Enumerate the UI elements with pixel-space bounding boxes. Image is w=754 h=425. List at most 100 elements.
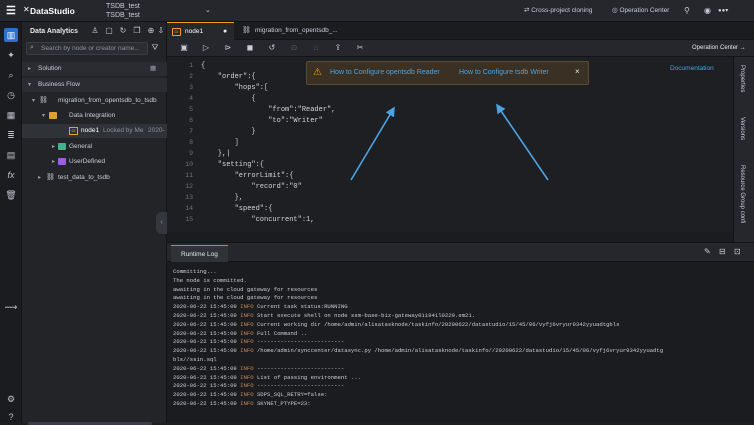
log-timestamp: 2020-06-22 15:45:09 bbox=[173, 329, 237, 337]
chevron-down-icon[interactable]: ⌄ bbox=[205, 6, 211, 14]
operation-center-icon: ◎ bbox=[612, 7, 618, 14]
log-message: Current task status:RUNNING bbox=[256, 303, 348, 311]
tsdb-writer-help-link[interactable]: How to Configure tsdb Writer bbox=[459, 69, 549, 76]
help-icon[interactable]: ? bbox=[4, 410, 18, 424]
business-flow-icon: ⛓ bbox=[39, 97, 48, 104]
tree-item-test-data[interactable]: ▸ ⛓ test_data_to_tsdb bbox=[22, 171, 167, 185]
data-analytics-panel: Data Analytics ♙ ▢ ↻ ❐ ⊕ ⇩ ⌕ ⛛ ▸ Solutio… bbox=[22, 22, 167, 425]
log-message: -------------------------- bbox=[256, 382, 345, 390]
minimize-icon[interactable]: ⊟ bbox=[719, 247, 726, 256]
tree-icon[interactable]: ⚲ bbox=[684, 6, 690, 16]
wifi-icon[interactable]: ◉ bbox=[704, 6, 711, 16]
log-level: INFO bbox=[240, 347, 254, 355]
log-line: 2020-06-22 15:45:09 INFO SKYNET_PTYPE=23… bbox=[173, 400, 311, 409]
flow-icon[interactable]: ⟿ bbox=[4, 300, 18, 314]
new-file-icon[interactable]: ▢ bbox=[104, 26, 114, 36]
data-studio-icon[interactable]: ▥ bbox=[4, 28, 18, 42]
log-message: List of passing environment ... bbox=[256, 373, 361, 381]
cross-project-cloning-link[interactable]: ⇄ Cross-project cloning bbox=[524, 6, 592, 16]
operation-center-link[interactable]: ◎ Operation Center bbox=[612, 6, 669, 16]
editor-log-divider[interactable] bbox=[167, 232, 733, 242]
user-filter-icon[interactable]: ♙ bbox=[90, 26, 100, 36]
filter-icon[interactable]: ⛛ bbox=[150, 43, 160, 53]
log-level: INFO bbox=[240, 400, 254, 407]
function-icon[interactable]: fx bbox=[4, 168, 18, 182]
unsaved-dot-icon[interactable]: ● bbox=[223, 23, 227, 41]
log-line: 2020-06-22 15:45:09 INFO Current task st… bbox=[173, 303, 348, 312]
run-with-params-icon[interactable]: ⊳ bbox=[223, 43, 233, 53]
log-level: INFO bbox=[240, 364, 254, 372]
tab-runtime-log[interactable]: Runtime Log bbox=[171, 245, 228, 262]
close-icon[interactable]: × bbox=[575, 67, 580, 76]
download-icon[interactable]: ⇩ bbox=[156, 26, 166, 36]
tree-item-general[interactable]: ▸ General bbox=[22, 140, 167, 154]
opentsdb-reader-help-link[interactable]: How to Configure opentsdb Reader bbox=[330, 69, 440, 76]
log-message: The node is committed. bbox=[173, 276, 247, 284]
log-line: awaiting in the cloud gateway for resour… bbox=[173, 294, 317, 303]
commit-icon[interactable]: ⇪ bbox=[333, 43, 343, 53]
chevron-down-icon: ▾ bbox=[42, 113, 46, 119]
settings-icon[interactable]: ⚙ bbox=[4, 392, 18, 406]
import-icon[interactable]: ⊕ bbox=[146, 26, 156, 36]
workspace-selector[interactable]: TSDB_test TSDB_test bbox=[106, 2, 140, 20]
calendar-icon[interactable]: ▦ bbox=[4, 108, 18, 122]
tab-versions[interactable]: Versions bbox=[739, 117, 745, 140]
tab-properties[interactable]: Properties bbox=[739, 65, 745, 92]
copy-icon[interactable]: ❐ bbox=[132, 26, 142, 36]
grid-icon[interactable]: ▦ bbox=[150, 62, 156, 76]
reload-icon[interactable]: ↺ bbox=[267, 43, 277, 53]
workspace-display-name: TSDB_test bbox=[106, 12, 140, 19]
code-line: } bbox=[201, 128, 256, 136]
log-message: -------------------------- bbox=[256, 338, 345, 346]
user-avatar[interactable]: ●●▾ bbox=[718, 6, 728, 16]
business-flow-section[interactable]: ▾ Business Flow bbox=[22, 78, 167, 92]
log-level: INFO bbox=[240, 303, 254, 311]
lock-icon[interactable]: ⌂ bbox=[311, 43, 321, 53]
log-line: 2020-06-22 15:45:09 INFO ---------------… bbox=[173, 382, 344, 391]
log-timestamp: 2020-06-22 15:45:09 bbox=[173, 338, 237, 346]
search-icon: ⌕ bbox=[30, 44, 34, 51]
search-input[interactable] bbox=[41, 43, 145, 54]
di-node-icon: DI bbox=[172, 28, 181, 36]
runtime-log-output[interactable]: Committing... The node is committed. await… bbox=[167, 262, 754, 423]
warning-icon: ⚠ bbox=[313, 67, 322, 78]
clock-icon[interactable]: ◷ bbox=[4, 88, 18, 102]
collapse-panel-handle[interactable]: ‹ bbox=[156, 212, 167, 234]
trash-icon[interactable]: 🗑︎ bbox=[4, 188, 18, 202]
solution-label: Solution bbox=[38, 65, 62, 72]
tree-item-migration[interactable]: ▾ ⛓ migration_from_opentsdb_to_tsdb bbox=[22, 94, 167, 108]
log-line: 2020-06-22 15:45:09 INFO Current working… bbox=[173, 321, 619, 330]
tree-item-label: General bbox=[69, 143, 93, 150]
save-icon[interactable]: ▣ bbox=[179, 43, 189, 53]
pin-icon[interactable]: ✎ bbox=[704, 247, 711, 256]
tab-migration[interactable]: ⛓ migration_from_opentsdb_... bbox=[237, 22, 357, 40]
tab-resource-group[interactable]: Resource Group confi bbox=[739, 165, 745, 223]
chevron-down-icon: ▾ bbox=[28, 82, 32, 88]
format-icon[interactable]: ⊙ bbox=[289, 43, 299, 53]
table-icon[interactable]: ▤ bbox=[4, 148, 18, 162]
maximize-icon[interactable]: ⊡ bbox=[734, 247, 741, 256]
refresh-icon[interactable]: ↻ bbox=[118, 26, 128, 36]
log-timestamp: 2020-06-22 15:45:09 bbox=[173, 347, 237, 355]
log-message: Current working dir /home/admin/alisatas… bbox=[256, 320, 620, 328]
code-line: "order":{ bbox=[201, 73, 256, 81]
operation-center-button[interactable]: Operation Center → bbox=[692, 45, 746, 51]
tools-icon[interactable]: ✂ bbox=[355, 43, 365, 53]
search-icon[interactable]: ⌕ bbox=[4, 68, 18, 82]
documentation-link[interactable]: Documentation bbox=[670, 65, 714, 72]
tree-item-data-integration[interactable]: ▾ Data Integration bbox=[22, 109, 167, 123]
stop-icon[interactable]: ◼ bbox=[245, 43, 255, 53]
log-level: INFO bbox=[240, 312, 254, 319]
tree-item-userdefined[interactable]: ▸ UserDefined bbox=[22, 155, 167, 169]
tab-node1[interactable]: DI node1 ● bbox=[167, 22, 234, 40]
tree-item-node1[interactable]: DI node1 Locked by Me 2020- bbox=[22, 124, 167, 138]
list-icon[interactable]: ≣ bbox=[4, 128, 18, 142]
home-icon[interactable]: ✦ bbox=[4, 48, 18, 62]
hamburger-menu-icon[interactable]: ☰ bbox=[6, 5, 19, 17]
chevron-right-icon: ▸ bbox=[28, 66, 32, 72]
solution-section[interactable]: ▸ Solution ▦ bbox=[22, 62, 167, 76]
log-message: SKYNET_PTYPE=23: bbox=[256, 400, 311, 407]
brand-title: DataStudio bbox=[30, 6, 75, 16]
log-message: /home/admin/synccenter/datasync.py /home… bbox=[256, 347, 664, 355]
run-icon[interactable]: ▷ bbox=[201, 43, 211, 53]
